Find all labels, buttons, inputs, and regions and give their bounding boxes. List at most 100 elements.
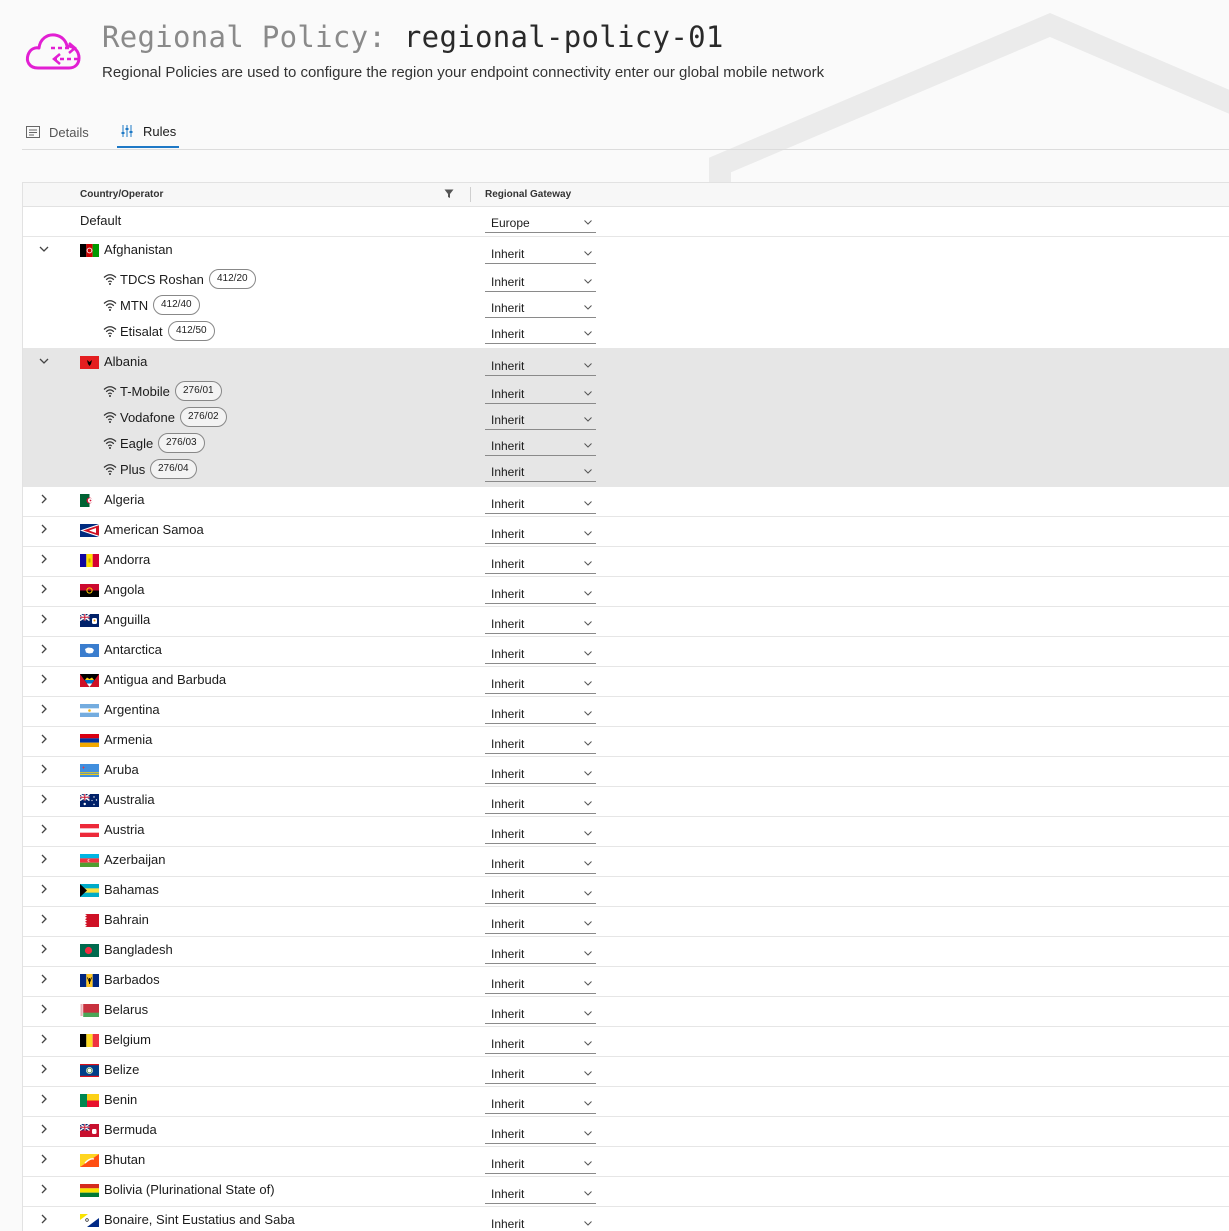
gateway-select[interactable]: Inherit <box>485 852 596 874</box>
gateway-value: Inherit <box>491 707 525 721</box>
gateway-select[interactable]: Inherit <box>485 672 596 694</box>
chevron-right-icon[interactable] <box>37 792 51 806</box>
chevron-right-icon[interactable] <box>37 672 51 686</box>
chevron-right-icon[interactable] <box>37 912 51 926</box>
tab-rules[interactable]: Rules <box>117 116 180 148</box>
table-row: Barbados Inherit <box>23 967 1229 997</box>
gateway-select[interactable]: Inherit <box>485 408 596 430</box>
gateway-select[interactable]: Inherit <box>485 382 596 404</box>
gateway-select[interactable]: Inherit <box>485 912 596 934</box>
country-name: Bolivia (Plurinational State of) <box>104 1182 275 1197</box>
chevron-right-icon[interactable] <box>37 1152 51 1166</box>
gateway-select[interactable]: Inherit <box>485 582 596 604</box>
chevron-right-icon[interactable] <box>37 882 51 896</box>
country-name: Azerbaijan <box>104 852 166 867</box>
chevron-right-icon[interactable] <box>37 492 51 506</box>
country-name: Argentina <box>104 702 160 717</box>
policy-name: regional-policy-01 <box>403 20 724 54</box>
chevron-down-icon[interactable] <box>37 242 51 256</box>
gateway-select[interactable]: Inherit <box>485 1182 596 1204</box>
gateway-select[interactable]: Inherit <box>485 296 596 318</box>
chevron-right-icon[interactable] <box>37 1032 51 1046</box>
gateway-select[interactable]: Inherit <box>485 1062 596 1084</box>
chevron-down-icon <box>584 681 592 686</box>
signal-icon <box>103 438 117 449</box>
gateway-select[interactable]: Inherit <box>485 1152 596 1174</box>
chevron-right-icon[interactable] <box>37 972 51 986</box>
gateway-select[interactable]: Inherit <box>485 1002 596 1024</box>
chevron-down-icon <box>584 951 592 956</box>
gateway-select[interactable]: Inherit <box>485 732 596 754</box>
table-row: Afghanistan Inherit TDCS Roshan 412/20 Inher… <box>23 237 1229 349</box>
chevron-right-icon[interactable] <box>37 732 51 746</box>
gateway-select[interactable]: Inherit <box>485 354 596 376</box>
gateway-value: Inherit <box>491 917 525 931</box>
flag-icon <box>80 794 99 807</box>
chevron-down-icon <box>584 1101 592 1106</box>
gateway-select[interactable]: Inherit <box>485 642 596 664</box>
flag-icon <box>80 704 99 717</box>
country-line: Angola Inherit <box>23 577 1229 607</box>
gateway-select[interactable]: Inherit <box>485 702 596 724</box>
flag-icon <box>80 584 99 597</box>
tab-details[interactable]: Details <box>26 116 89 148</box>
flag-icon <box>80 854 99 867</box>
chevron-right-icon[interactable] <box>37 762 51 776</box>
page-title: Regional Policy: regional-policy-01 <box>102 20 724 54</box>
gateway-select[interactable]: Inherit <box>485 942 596 964</box>
gateway-select[interactable]: Inherit <box>485 972 596 994</box>
gateway-select[interactable]: Inherit <box>485 492 596 514</box>
gateway-select[interactable]: Inherit <box>485 552 596 574</box>
tab-details-label: Details <box>49 124 89 140</box>
chevron-down-icon <box>584 1071 592 1076</box>
gateway-select[interactable]: Inherit <box>485 762 596 784</box>
gateway-select[interactable]: Inherit <box>485 522 596 544</box>
operator-line: Vodafone 276/02 Inherit <box>23 405 1229 431</box>
chevron-right-icon[interactable] <box>37 852 51 866</box>
gateway-value: Inherit <box>491 1067 525 1081</box>
gateway-select[interactable]: Inherit <box>485 242 596 264</box>
gateway-select[interactable]: Europe <box>485 211 596 233</box>
chevron-right-icon[interactable] <box>37 942 51 956</box>
gateway-select[interactable]: Inherit <box>485 460 596 482</box>
gateway-select[interactable]: Inherit <box>485 822 596 844</box>
chevron-right-icon[interactable] <box>37 1002 51 1016</box>
gateway-select[interactable]: Inherit <box>485 270 596 292</box>
chevron-down-icon <box>584 921 592 926</box>
chevron-down-icon <box>584 651 592 656</box>
gateway-select[interactable]: Inherit <box>485 792 596 814</box>
gateway-select[interactable]: Inherit <box>485 322 596 344</box>
gateway-value: Inherit <box>491 677 525 691</box>
gateway-select[interactable]: Inherit <box>485 1212 596 1231</box>
country-name: Belize <box>104 1062 140 1077</box>
chevron-right-icon[interactable] <box>37 522 51 536</box>
chevron-right-icon[interactable] <box>37 1122 51 1136</box>
gateway-value: Inherit <box>491 1127 525 1141</box>
country-line: Argentina Inherit <box>23 697 1229 727</box>
signal-icon <box>103 326 117 337</box>
chevron-right-icon[interactable] <box>37 552 51 566</box>
chevron-right-icon[interactable] <box>37 1212 51 1226</box>
gateway-select[interactable]: Inherit <box>485 1122 596 1144</box>
chevron-right-icon[interactable] <box>37 1062 51 1076</box>
chevron-right-icon[interactable] <box>37 1182 51 1196</box>
gateway-select[interactable]: Inherit <box>485 612 596 634</box>
chevron-right-icon[interactable] <box>37 642 51 656</box>
gateway-select[interactable]: Inherit <box>485 1092 596 1114</box>
chevron-down-icon <box>584 501 592 506</box>
chevron-right-icon[interactable] <box>37 702 51 716</box>
gateway-select[interactable]: Inherit <box>485 882 596 904</box>
flag-icon <box>80 614 99 627</box>
filter-icon[interactable] <box>444 189 454 199</box>
chevron-right-icon[interactable] <box>37 582 51 596</box>
flag-icon <box>80 644 99 657</box>
chevron-right-icon[interactable] <box>37 612 51 626</box>
gateway-select[interactable]: Inherit <box>485 1032 596 1054</box>
chevron-down-icon[interactable] <box>37 354 51 368</box>
gateway-select[interactable]: Inherit <box>485 434 596 456</box>
chevron-right-icon[interactable] <box>37 822 51 836</box>
chevron-right-icon[interactable] <box>37 1092 51 1106</box>
operator-line: MTN 412/40 Inherit <box>23 293 1229 319</box>
gateway-value: Inherit <box>491 413 525 427</box>
table-row: Antigua and Barbuda Inherit <box>23 667 1229 697</box>
